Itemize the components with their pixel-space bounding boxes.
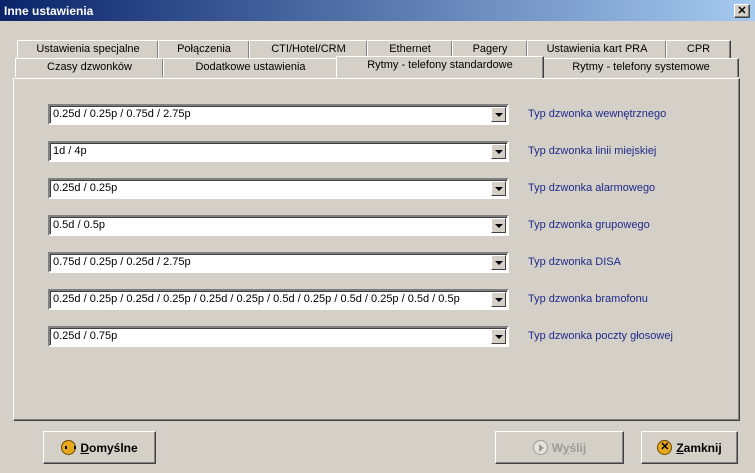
ring-type-city-line-value: 1d / 4p: [53, 145, 87, 157]
send-arrow-icon: [532, 440, 548, 455]
title-bar: Inne ustawienia ✕: [0, 0, 755, 22]
send-button[interactable]: Wyślij: [495, 431, 624, 464]
ring-type-group-select[interactable]: 0.5d / 0.5p: [48, 215, 509, 236]
ring-type-disa-value: 0.75d / 0.25p / 0.25d / 2.75p: [53, 256, 191, 268]
ring-type-city-line-select[interactable]: 1d / 4p: [48, 141, 509, 162]
ring-type-city-line-label: Typ dzwonka linii miejskiej: [528, 145, 657, 157]
ring-type-alarm-select[interactable]: 0.25d / 0.25p: [48, 178, 509, 199]
tab-rytmy-telefony-systemowe[interactable]: Rytmy - telefony systemowe: [543, 58, 739, 77]
tab-ustawienia-kart-pra[interactable]: Ustawienia kart PRA: [527, 40, 667, 59]
ring-type-voicemail-label: Typ dzwonka poczty głosowej: [528, 330, 673, 342]
dropdown-arrow-icon[interactable]: [491, 292, 506, 307]
ring-type-alarm-label: Typ dzwonka alarmowego: [528, 182, 656, 194]
tab-ustawienia-specjalne[interactable]: Ustawienia specjalne: [17, 40, 159, 59]
dropdown-arrow-icon[interactable]: [491, 255, 506, 270]
ring-type-doorphone-label: Typ dzwonka bramofonu: [528, 293, 648, 305]
ring-type-internal-label: Typ dzwonka wewnętrznego: [528, 108, 667, 120]
ring-type-internal-select[interactable]: 0.25d / 0.25p / 0.75d / 2.75p: [48, 104, 509, 125]
dropdown-arrow-icon[interactable]: [491, 107, 506, 122]
tab-dodatkowe-ustawienia[interactable]: Dodatkowe ustawienia: [163, 58, 338, 77]
ring-type-group-label: Typ dzwonka grupowego: [528, 219, 650, 231]
send-button-label: Wyślij: [551, 440, 587, 455]
close-icon: ✕: [657, 440, 673, 455]
tab-panel: [13, 78, 740, 421]
dropdown-arrow-icon[interactable]: [491, 329, 506, 344]
ring-type-voicemail-select[interactable]: 0.25d / 0.75p: [48, 326, 509, 347]
ring-type-alarm-value: 0.25d / 0.25p: [53, 182, 118, 194]
ring-type-voicemail-value: 0.25d / 0.75p: [53, 330, 118, 342]
default-icon: [61, 440, 77, 455]
ring-type-doorphone-value: 0.25d / 0.25p / 0.25d / 0.25p / 0.25d / …: [53, 293, 460, 305]
close-button[interactable]: ✕ Zamknij: [641, 431, 738, 464]
ring-type-disa-select[interactable]: 0.75d / 0.25p / 0.25d / 2.75p: [48, 252, 509, 273]
tab-polaczenia[interactable]: Połączenia: [158, 40, 250, 59]
close-button-label: Zamknij: [676, 440, 722, 455]
ring-type-internal-value: 0.25d / 0.25p / 0.75d / 2.75p: [53, 108, 191, 120]
tab-czasy-dzwonkow[interactable]: Czasy dzwonków: [15, 58, 164, 77]
ring-type-group-value: 0.5d / 0.5p: [53, 219, 105, 231]
default-button-label: Domyślne: [80, 440, 138, 455]
default-button[interactable]: Domyślne: [43, 431, 156, 464]
window-title: Inne ustawienia: [4, 4, 94, 18]
dropdown-arrow-icon[interactable]: [491, 181, 506, 196]
ring-type-disa-label: Typ dzwonka DISA: [528, 256, 621, 268]
dropdown-arrow-icon[interactable]: [491, 144, 506, 159]
tab-cpr[interactable]: CPR: [666, 40, 731, 59]
dropdown-arrow-icon[interactable]: [491, 218, 506, 233]
ring-type-doorphone-select[interactable]: 0.25d / 0.25p / 0.25d / 0.25p / 0.25d / …: [48, 289, 509, 310]
close-window-button[interactable]: ✕: [734, 4, 750, 18]
tab-rytmy-telefony-standardowe[interactable]: Rytmy - telefony standardowe: [336, 56, 544, 78]
